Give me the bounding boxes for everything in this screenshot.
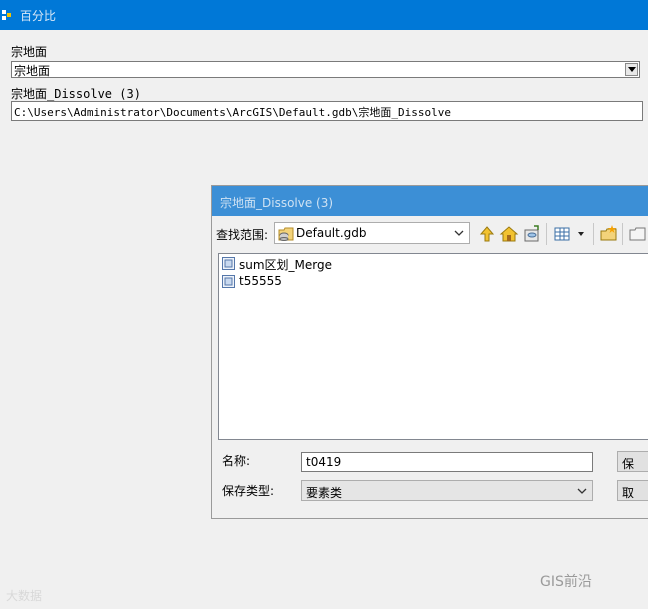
chevron-down-icon[interactable] — [577, 488, 587, 494]
home-icon[interactable] — [499, 224, 519, 244]
toolbar-divider — [593, 223, 594, 245]
toolbar-divider — [622, 223, 623, 245]
window-title: 百分比 — [20, 9, 57, 23]
window-titlebar[interactable]: 百分比 — [0, 0, 648, 30]
input-features-combo[interactable]: 宗地面 — [11, 61, 640, 78]
geodatabase-icon — [278, 227, 294, 241]
feature-class-icon — [222, 275, 235, 288]
save-type-value: 要素类 — [306, 486, 343, 500]
chevron-down-icon[interactable] — [454, 230, 464, 236]
file-list[interactable]: sum区划_Merge t55555 — [218, 253, 648, 440]
dialog-title: 宗地面_Dissolve (3) — [220, 196, 334, 210]
input-features-value: 宗地面 — [14, 64, 51, 78]
file-name: t55555 — [239, 274, 282, 288]
save-button-label: 保 — [622, 457, 635, 471]
save-dialog: 宗地面_Dissolve (3) 查找范围: Default.gdb sum区划… — [211, 185, 648, 519]
name-input[interactable]: t0419 — [301, 452, 593, 472]
toolbar-divider — [546, 223, 547, 245]
watermark-left: 大数据 — [6, 589, 43, 603]
folder-icon[interactable] — [628, 224, 648, 244]
feature-class-icon — [222, 257, 235, 270]
input-features-label: 宗地面 — [11, 45, 48, 59]
view-list-icon[interactable] — [553, 224, 573, 244]
output-path-field[interactable]: C:\Users\Administrator\Documents\ArcGIS\… — [11, 101, 643, 121]
save-type-combo[interactable]: 要素类 — [301, 480, 593, 501]
name-label: 名称: — [222, 454, 251, 468]
app-icon — [2, 10, 11, 20]
up-one-level-icon[interactable] — [477, 224, 497, 244]
chevron-down-icon[interactable] — [625, 63, 638, 76]
cancel-button[interactable]: 取 — [617, 480, 648, 501]
chevron-down-icon[interactable] — [573, 224, 593, 244]
look-in-value: Default.gdb — [296, 226, 367, 240]
new-folder-icon[interactable] — [599, 224, 619, 244]
save-type-label: 保存类型: — [222, 484, 275, 498]
cancel-button-label: 取 — [622, 486, 635, 500]
look-in-label: 查找范围: — [216, 228, 269, 242]
connect-folder-icon[interactable] — [522, 224, 542, 244]
watermark-right: GIS前沿 — [540, 574, 592, 590]
dialog-titlebar[interactable]: 宗地面_Dissolve (3) — [212, 186, 648, 216]
name-value: t0419 — [306, 455, 342, 469]
output-label: 宗地面_Dissolve (3) — [11, 87, 141, 101]
output-path-value: C:\Users\Administrator\Documents\ArcGIS\… — [14, 106, 451, 119]
save-button[interactable]: 保 — [617, 451, 648, 472]
file-name: sum区划_Merge — [239, 258, 333, 272]
look-in-combo[interactable]: Default.gdb — [274, 222, 470, 244]
